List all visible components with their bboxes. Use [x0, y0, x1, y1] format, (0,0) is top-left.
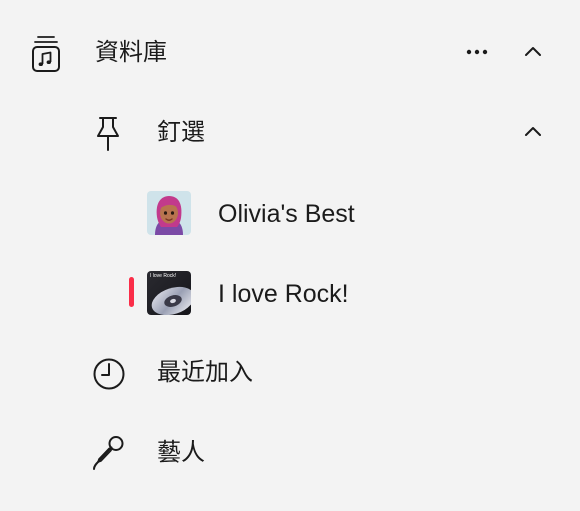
pinned-playlist-item-selected[interactable]: I love Rock! I love Rock!: [0, 254, 580, 334]
artists-label: 藝人: [157, 438, 205, 466]
pin-icon: [97, 117, 119, 151]
library-sidebar: 資料庫 釘選 Olivia's Best I love Rock! I love…: [0, 0, 580, 511]
more-ellipsis-icon[interactable]: [464, 46, 490, 58]
playlist-title: I love Rock!: [218, 280, 349, 308]
artwork-caption: I love Rock!: [150, 273, 177, 279]
music-library-icon: [32, 36, 60, 72]
memoji-avatar-artwork: [147, 191, 191, 235]
chevron-up-icon[interactable]: [522, 124, 544, 140]
playlist-title: Olivia's Best: [218, 200, 355, 228]
pinned-label: 釘選: [157, 118, 205, 146]
recently-added-label: 最近加入: [157, 358, 253, 386]
pinned-playlist-item[interactable]: Olivia's Best: [0, 174, 580, 254]
library-label: 資料庫: [95, 38, 167, 66]
sidebar-item-artists[interactable]: 藝人: [0, 414, 580, 494]
pinned-section-header[interactable]: 釘選: [0, 94, 580, 174]
microphone-icon: [93, 436, 124, 470]
selection-indicator: [129, 277, 134, 307]
vinyl-record-artwork: I love Rock!: [147, 271, 191, 315]
library-section-header[interactable]: 資料庫: [0, 14, 580, 94]
chevron-up-icon[interactable]: [522, 44, 544, 60]
sidebar-item-recently-added[interactable]: 最近加入: [0, 334, 580, 414]
clock-icon: [93, 358, 125, 390]
